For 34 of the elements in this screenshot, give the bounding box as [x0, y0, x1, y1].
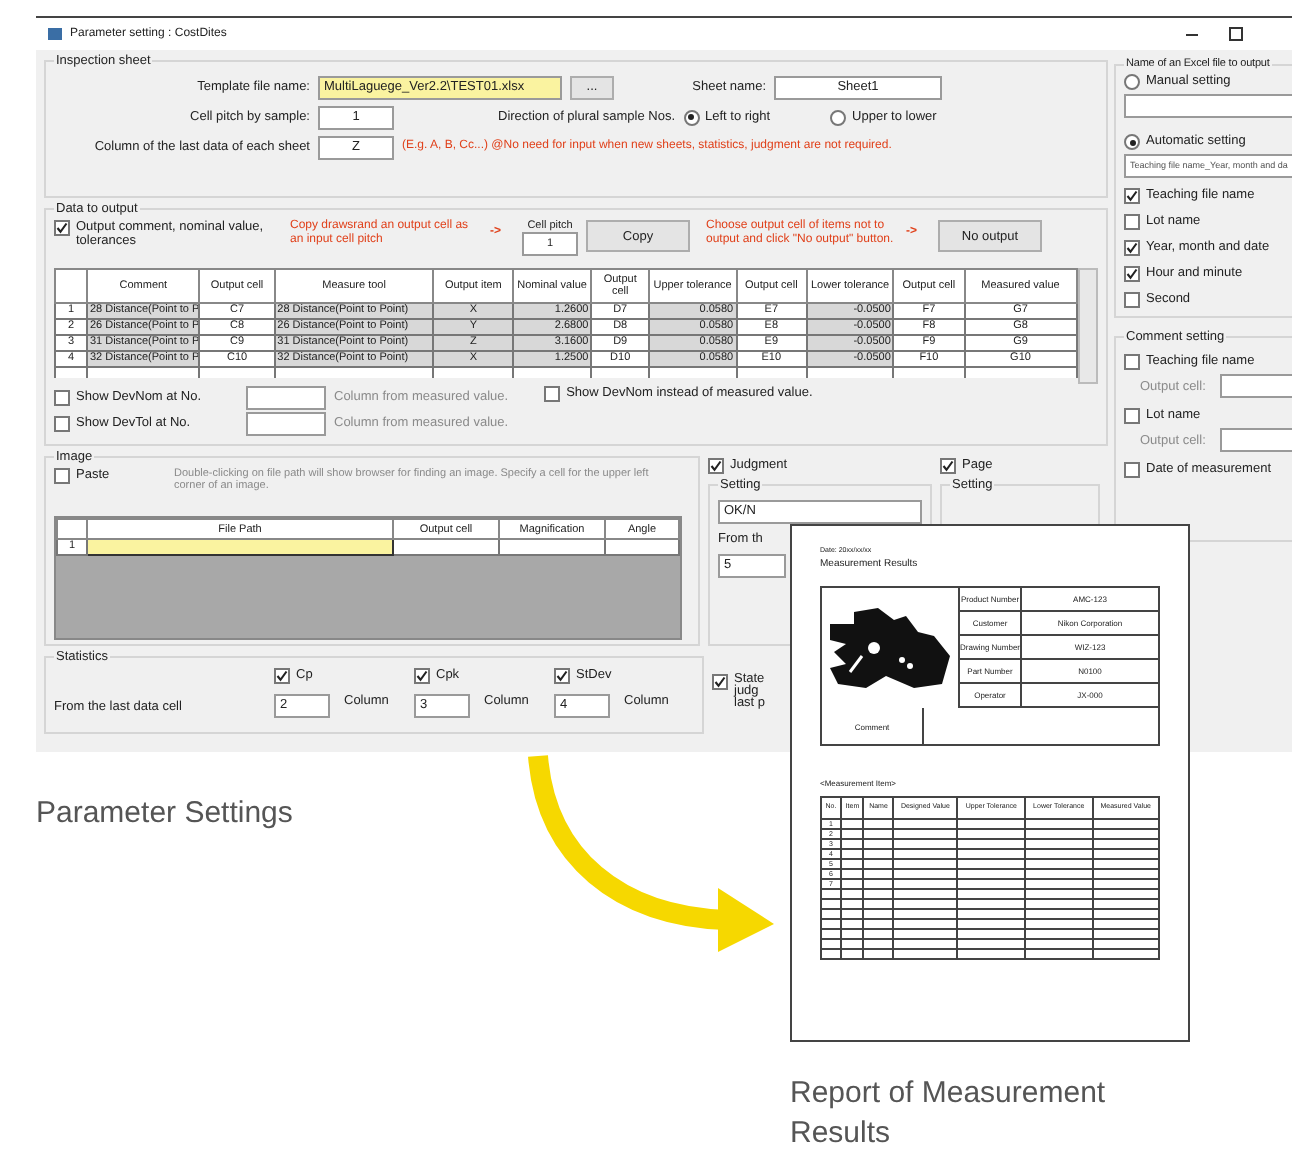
checkbox[interactable] — [54, 389, 70, 405]
checkbox[interactable] — [712, 674, 728, 690]
output-cell-field[interactable] — [1220, 428, 1292, 452]
app-icon — [48, 28, 62, 40]
checkbox[interactable] — [1124, 188, 1140, 204]
number-field[interactable] — [246, 385, 326, 409]
checkbox[interactable] — [54, 415, 70, 431]
checkbox[interactable] — [414, 668, 430, 684]
checkbox[interactable] — [54, 468, 70, 484]
radio-button[interactable] — [1124, 74, 1140, 90]
caption: Parameter Settings — [36, 796, 293, 830]
number-field[interactable] — [246, 411, 326, 435]
radio-button[interactable] — [830, 109, 847, 125]
checkbox[interactable] — [274, 668, 290, 684]
checkbox[interactable] — [940, 458, 956, 474]
maximize-icon[interactable] — [1228, 26, 1244, 42]
checkbox[interactable] — [1124, 462, 1140, 478]
checkbox[interactable] — [1124, 240, 1140, 256]
checkbox[interactable] — [54, 220, 70, 236]
radio-button[interactable] — [1124, 134, 1140, 150]
file-name-field[interactable] — [1124, 94, 1292, 118]
caption: Report of Measurement Results — [790, 1074, 1108, 1154]
checkbox[interactable] — [1124, 408, 1140, 424]
radio-button[interactable] — [683, 109, 700, 125]
checkbox[interactable] — [554, 668, 570, 684]
checkbox[interactable] — [544, 386, 561, 402]
checkbox[interactable] — [708, 458, 724, 474]
checkbox[interactable] — [1124, 266, 1140, 282]
output-cell-field[interactable] — [1220, 374, 1292, 398]
checkbox[interactable] — [1124, 214, 1140, 230]
part-drawing — [826, 604, 954, 692]
scrollbar[interactable] — [1078, 268, 1098, 384]
checkbox[interactable] — [1124, 292, 1140, 308]
checkbox[interactable] — [1124, 354, 1140, 370]
